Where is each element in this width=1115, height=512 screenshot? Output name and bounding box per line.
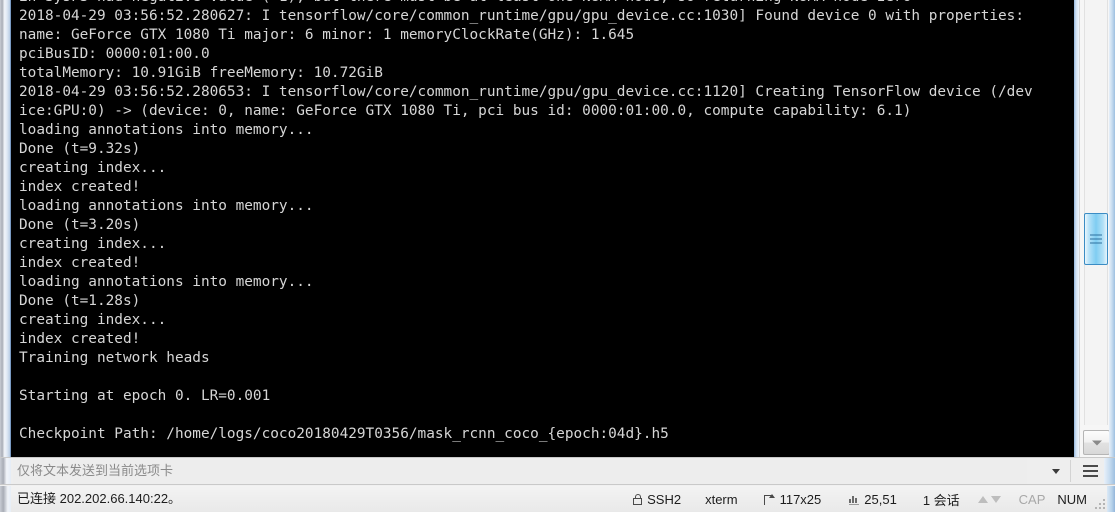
chevron-down-icon[interactable] <box>1052 469 1060 474</box>
terminal-left-edge <box>0 0 11 457</box>
status-bar-indicators: SSH2 xterm 117x25 25,51 1 会话 CAP NUM <box>633 486 1101 512</box>
status-sessions-label: 1 会话 <box>922 492 960 508</box>
resize-grip-icon[interactable] <box>1093 497 1105 509</box>
scrollbar-grip-icon <box>1090 234 1102 244</box>
terminal-line: 2018-04-29 03:56:52.280627: I tensorflow… <box>19 8 1025 24</box>
terminal-line: Done (t=1.28s) <box>19 293 141 309</box>
terminal-line: loading annotations into memory... <box>19 274 314 290</box>
resize-icon <box>763 493 775 505</box>
status-protocol[interactable]: SSH2 <box>633 486 681 512</box>
send-text-input[interactable] <box>13 458 1027 484</box>
status-caps-lock-label: CAP <box>1018 491 1046 507</box>
terminal-line: Checkpoint Path: /home/logs/coco20180429… <box>19 426 669 442</box>
status-num-lock-label: NUM <box>1057 491 1087 507</box>
lock-icon <box>633 493 643 505</box>
input-bar-left-edge <box>0 458 11 484</box>
terminal-screen[interactable]: in SysFS had negative value (-1), but th… <box>12 0 1079 457</box>
status-transfer-indicators <box>977 486 1001 512</box>
terminal-line: index created! <box>19 331 141 347</box>
window-right-edge <box>1109 0 1115 457</box>
menu-icon[interactable] <box>1083 465 1098 477</box>
status-dimensions[interactable]: 117x25 <box>763 486 822 512</box>
scroll-down-arrow-icon <box>1091 440 1102 445</box>
arrow-up-icon <box>977 495 988 503</box>
terminal-line: loading annotations into memory... <box>19 122 314 138</box>
securecrt-window: in SysFS had negative value (-1), but th… <box>0 0 1115 512</box>
terminal-output: in SysFS had negative value (-1), but th… <box>19 0 1033 444</box>
terminal-line: index created! <box>19 179 141 195</box>
arrow-down-icon <box>990 495 1001 503</box>
status-cursor-position[interactable]: 25,51 <box>849 486 897 512</box>
terminal-line: in SysFS had negative value (-1), but th… <box>19 0 1033 7</box>
terminal-scrollbar[interactable] <box>1079 0 1115 457</box>
terminal-line: Training network heads <box>19 350 210 366</box>
status-bar: 已连接 202.202.66.140:22。 SSH2 xterm 117x25… <box>0 486 1115 512</box>
status-num-lock: NUM <box>1057 486 1087 512</box>
terminal-line: pciBusID: 0000:01:00.0 <box>19 46 210 62</box>
terminal-line: name: GeForce GTX 1080 Ti major: 6 minor… <box>19 27 635 43</box>
scrollbar-thumb[interactable] <box>1084 213 1108 265</box>
status-dimensions-label: 117x25 <box>779 491 822 507</box>
terminal-line: loading annotations into memory... <box>19 198 314 214</box>
input-bar-divider <box>1070 460 1071 482</box>
status-sessions[interactable]: 1 会话 <box>923 486 960 512</box>
send-text-bar <box>0 457 1115 485</box>
status-protocol-label: SSH2 <box>647 491 682 507</box>
input-bar-right-edge <box>1104 458 1115 484</box>
status-caps-lock: CAP <box>1019 486 1046 512</box>
status-terminal-type[interactable]: xterm <box>705 486 738 512</box>
connection-status: 已连接 202.202.66.140:22。 <box>17 491 182 506</box>
terminal-line: Done (t=3.20s) <box>19 217 141 233</box>
status-terminal-type-label: xterm <box>705 491 738 507</box>
terminal-line: creating index... <box>19 312 167 328</box>
terminal-line: creating index... <box>19 160 167 176</box>
terminal-line: 2018-04-29 03:56:52.280653: I tensorflow… <box>19 84 1033 100</box>
terminal-area: in SysFS had negative value (-1), but th… <box>0 0 1115 457</box>
status-bar-right-edge <box>1107 486 1115 512</box>
terminal-line: Done (t=9.32s) <box>19 141 141 157</box>
terminal-line: ice:GPU:0) -> (device: 0, name: GeForce … <box>19 103 912 119</box>
terminal-line: creating index... <box>19 236 167 252</box>
status-cursor-position-label: 25,51 <box>864 491 897 507</box>
terminal-line: index created! <box>19 255 141 271</box>
terminal-line: totalMemory: 10.91GiB freeMemory: 10.72G… <box>19 65 383 81</box>
terminal-line: Starting at epoch 0. LR=0.001 <box>19 388 271 404</box>
columns-icon <box>849 494 860 505</box>
scrollbar-down-button[interactable] <box>1083 430 1110 455</box>
status-bar-left-edge <box>0 486 11 512</box>
